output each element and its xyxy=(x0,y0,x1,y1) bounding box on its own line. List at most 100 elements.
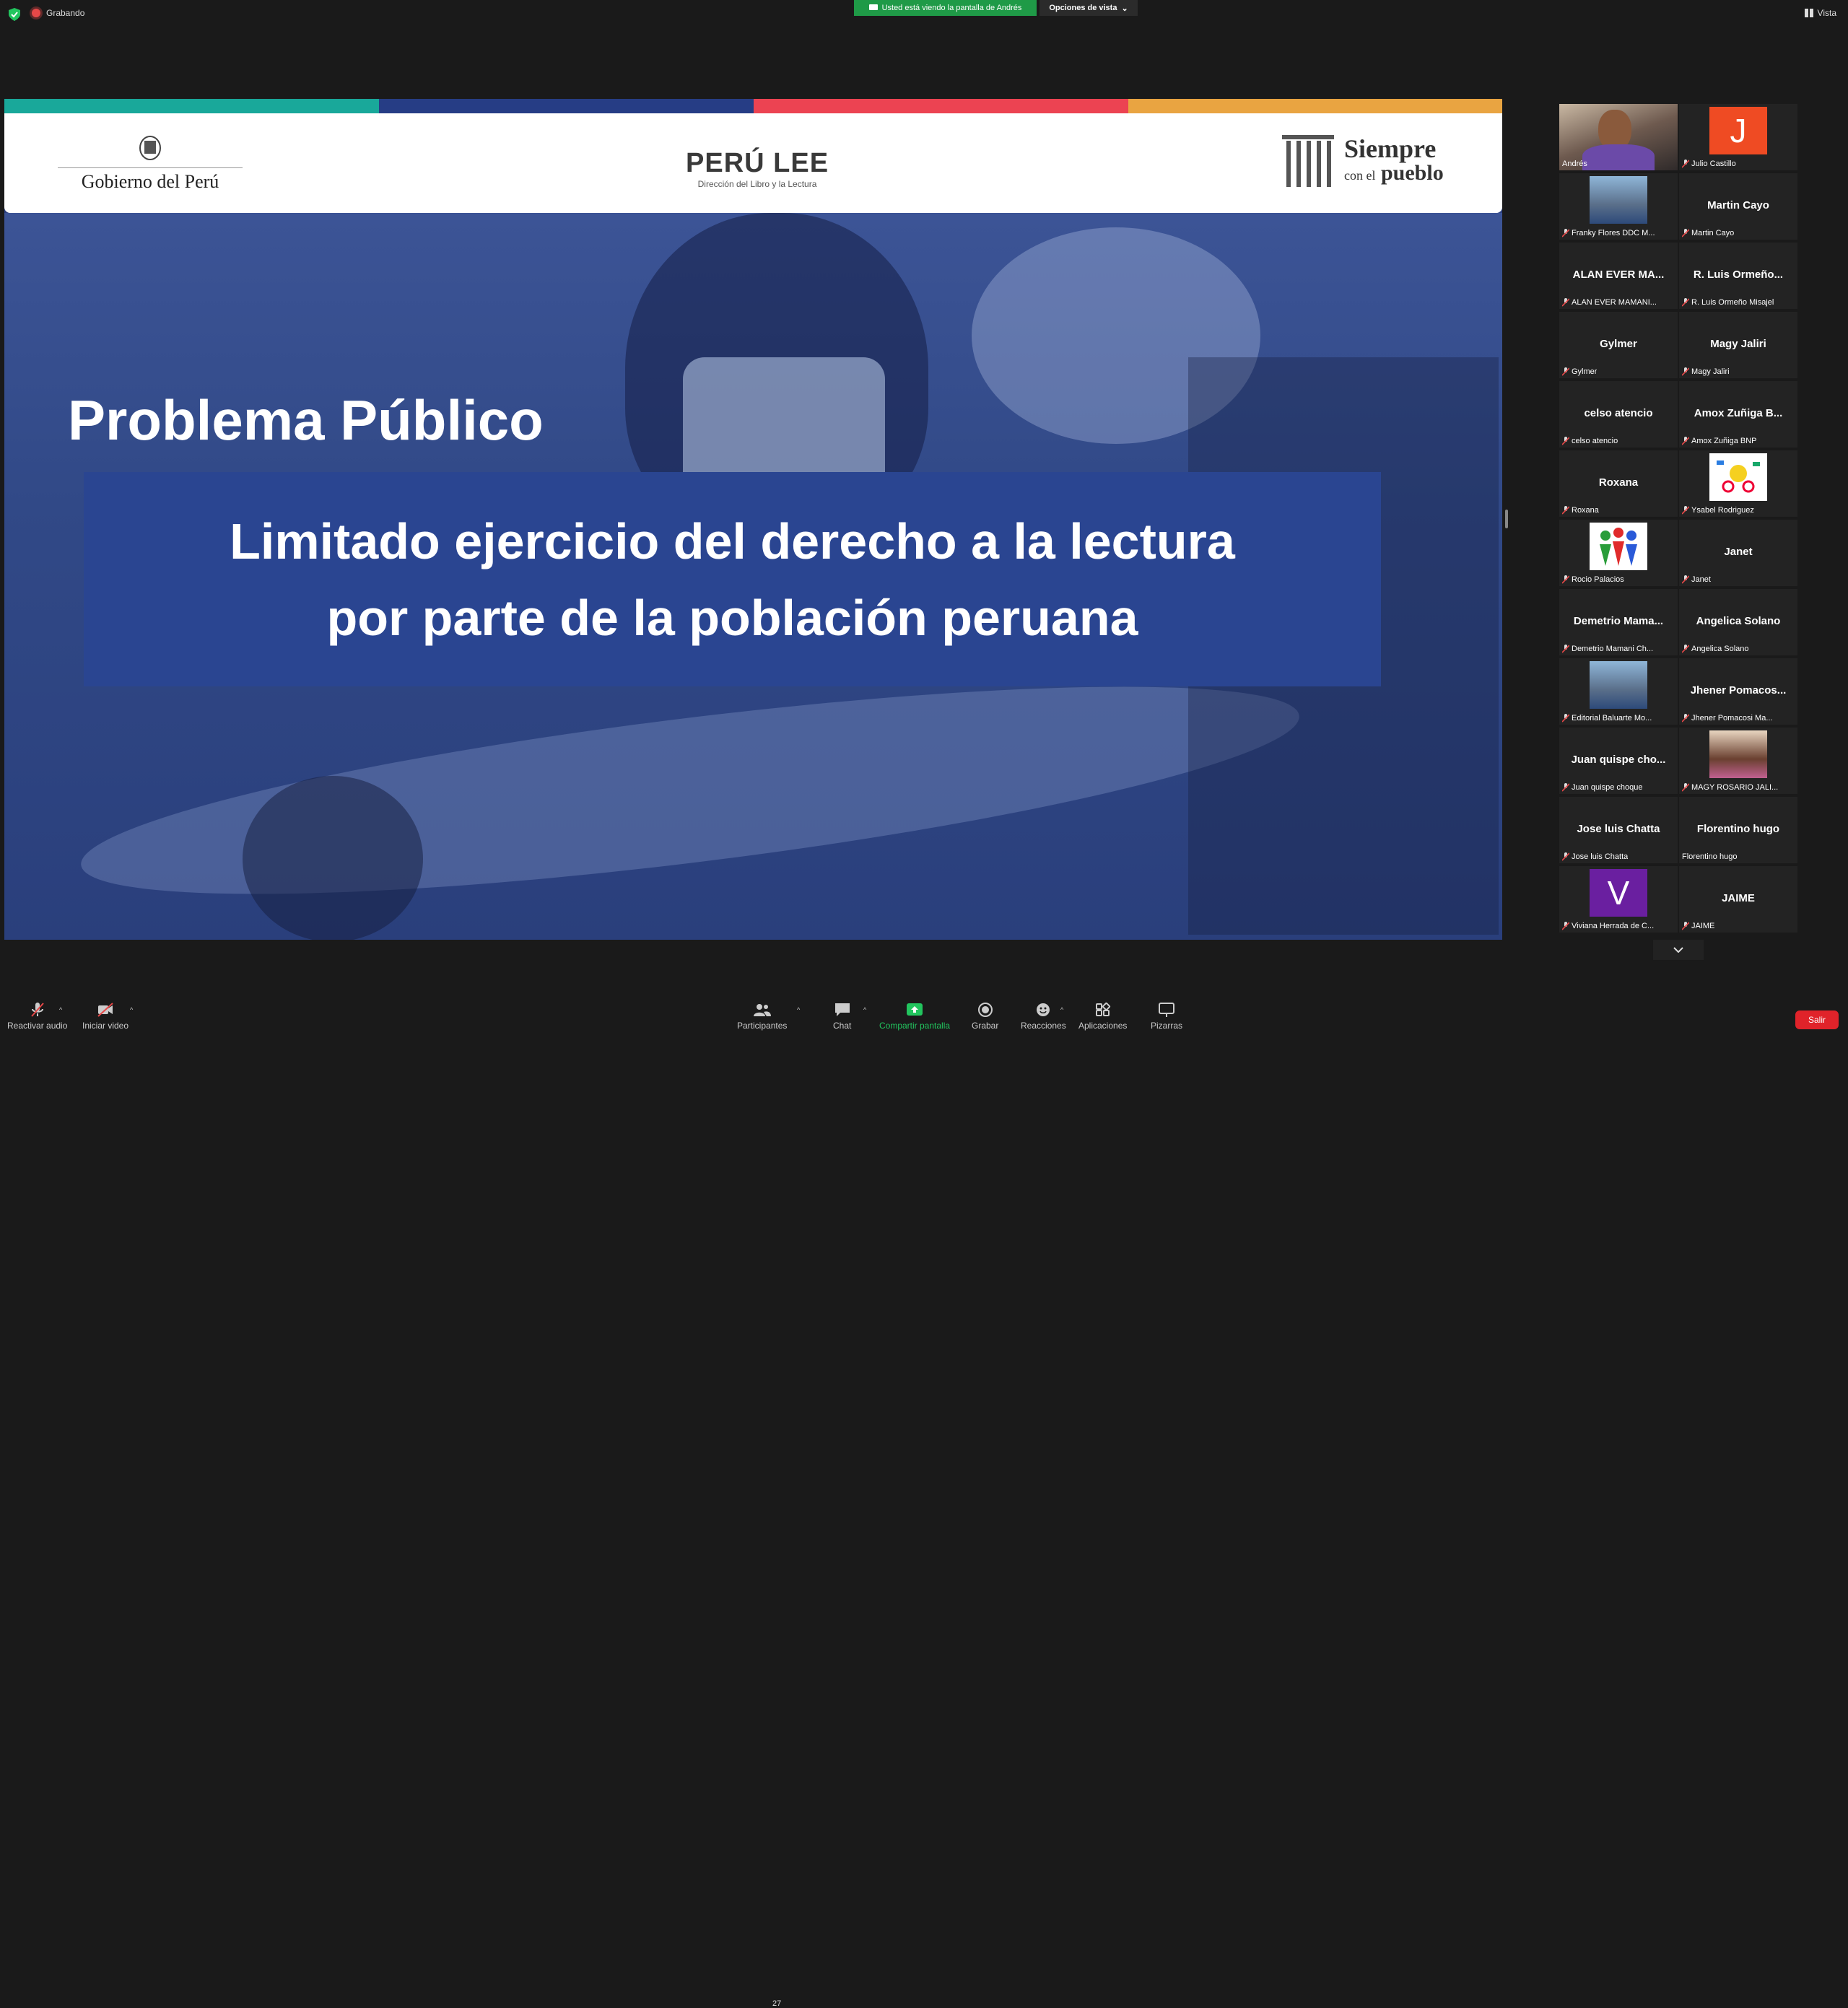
participant-tile[interactable]: Franky Flores DDC M... xyxy=(1559,173,1678,240)
chat-caret-icon[interactable]: ^ xyxy=(863,1006,866,1013)
reactions-button[interactable]: Reacciones xyxy=(1021,1002,1066,1031)
participant-tile[interactable]: R. Luis Ormeño... R. Luis Ormeño Misajel xyxy=(1679,243,1797,309)
unmute-label: Reactivar audio xyxy=(7,1021,68,1031)
chat-button[interactable]: Chat xyxy=(833,1002,851,1031)
slide-title: Problema Público xyxy=(68,388,544,452)
share-screen-button[interactable]: Compartir pantalla xyxy=(879,1002,950,1031)
participant-tile[interactable]: Gylmer Gylmer xyxy=(1559,312,1678,378)
participant-name: Julio Castillo xyxy=(1691,160,1736,168)
participant-tile[interactable]: Janet Janet xyxy=(1679,520,1797,586)
view-options-button[interactable]: Opciones de vista ⌄ xyxy=(1040,0,1138,16)
columns-icon xyxy=(1282,135,1334,187)
logo-bar: Gobierno del Perú PERÚ LEE Dirección del… xyxy=(4,113,1502,213)
mic-muted-icon xyxy=(1562,298,1569,307)
participant-label: MAGY ROSARIO JALI... xyxy=(1682,783,1778,792)
participant-tile[interactable]: ALAN EVER MA... ALAN EVER MAMANI... xyxy=(1559,243,1678,309)
share-screen-label: Compartir pantalla xyxy=(879,1021,951,1031)
view-button[interactable]: Vista xyxy=(1804,8,1836,18)
mic-muted-icon xyxy=(1562,852,1569,861)
participant-label: Rocio Palacios xyxy=(1562,575,1624,584)
participant-tile[interactable]: Juan quispe cho... Juan quispe choque xyxy=(1559,728,1678,794)
participant-name: Roxana xyxy=(1572,506,1599,515)
participant-avatar-logo xyxy=(1709,453,1767,501)
mic-muted-icon xyxy=(1682,367,1689,376)
participant-name: Florentino hugo xyxy=(1682,852,1738,861)
participants-caret-icon[interactable]: ^ xyxy=(797,1006,800,1013)
whiteboards-button[interactable]: Pizarras xyxy=(1151,1002,1182,1031)
participant-display-name: Martin Cayo xyxy=(1707,199,1769,211)
participant-avatar-photo xyxy=(1709,730,1767,778)
participants-button[interactable]: Participantes xyxy=(737,1002,787,1031)
participant-display-name: Roxana xyxy=(1598,476,1639,489)
unmute-button[interactable]: Reactivar audio xyxy=(7,1002,67,1031)
participant-tile[interactable]: V Viviana Herrada de C... xyxy=(1559,866,1678,933)
participant-tile[interactable]: Jhener Pomacos... Jhener Pomacosi Ma... xyxy=(1679,658,1797,725)
color-stripe xyxy=(754,99,1128,113)
participant-display-name: Jose luis Chatta xyxy=(1577,823,1660,835)
participant-tile[interactable]: Jose luis Chatta Jose luis Chatta xyxy=(1559,797,1678,863)
meeting-toolbar: Reactivar audio ^ Iniciar video ^ Partic… xyxy=(0,993,1848,2008)
logo-divider xyxy=(58,167,243,168)
participant-display-name: Janet xyxy=(1724,546,1753,558)
security-shield-icon[interactable] xyxy=(9,8,20,21)
gallery-scroll-down-button[interactable] xyxy=(1653,940,1704,960)
participant-name: Jhener Pomacosi Ma... xyxy=(1691,714,1773,723)
audio-options-caret-icon[interactable]: ^ xyxy=(59,1006,62,1013)
participant-tile[interactable]: Rocio Palacios xyxy=(1559,520,1678,586)
participant-tile[interactable]: Amox Zuñiga B... Amox Zuñiga BNP xyxy=(1679,381,1797,448)
participant-tile[interactable]: Magy Jaliri Magy Jaliri xyxy=(1679,312,1797,378)
participant-tile[interactable]: Angelica Solano Angelica Solano xyxy=(1679,589,1797,655)
participant-tile[interactable]: J Julio Castillo xyxy=(1679,104,1797,170)
leave-button[interactable]: Salir xyxy=(1795,1010,1839,1029)
color-stripe xyxy=(1128,99,1502,113)
participant-tile[interactable]: Martin Cayo Martin Cayo xyxy=(1679,173,1797,240)
mic-muted-icon xyxy=(1562,714,1569,723)
participant-tile[interactable]: Editorial Baluarte Mo... xyxy=(1559,658,1678,725)
shared-screen: Gobierno del Perú PERÚ LEE Dirección del… xyxy=(4,99,1502,940)
share-screen-icon xyxy=(907,1003,923,1016)
participant-tile[interactable]: Roxana Roxana xyxy=(1559,450,1678,517)
mic-muted-icon xyxy=(1562,922,1569,930)
participants-count: 27 xyxy=(772,1999,782,2008)
participant-display-name: Gylmer xyxy=(1600,338,1637,350)
participant-name: Jose luis Chatta xyxy=(1572,852,1629,861)
participant-tile[interactable]: JAIME JAIME xyxy=(1679,866,1797,933)
participant-tile[interactable]: Demetrio Mama... Demetrio Mamani Ch... xyxy=(1559,589,1678,655)
participant-name: JAIME xyxy=(1691,922,1715,930)
participant-label: Julio Castillo xyxy=(1682,160,1736,168)
participant-label: Juan quispe choque xyxy=(1562,783,1642,792)
participant-name: Demetrio Mamani Ch... xyxy=(1572,645,1654,653)
grid-view-icon xyxy=(1804,9,1813,17)
participant-tile[interactable]: celso atencio celso atencio xyxy=(1559,381,1678,448)
coat-of-arms-icon xyxy=(139,136,161,160)
participant-label: R. Luis Ormeño Misajel xyxy=(1682,298,1774,307)
peru-lee-logo: PERÚ LEE Dirección del Libro y la Lectur… xyxy=(686,148,829,189)
reactions-caret-icon[interactable]: ^ xyxy=(1060,1006,1063,1013)
participant-name: R. Luis Ormeño Misajel xyxy=(1691,298,1774,307)
participant-label: Jose luis Chatta xyxy=(1562,852,1628,861)
apps-button[interactable]: Aplicaciones xyxy=(1078,1002,1127,1031)
mic-muted-icon xyxy=(1682,575,1689,584)
participant-display-name: Angelica Solano xyxy=(1696,615,1781,627)
participant-label: Angelica Solano xyxy=(1682,645,1749,653)
peru-lee-subtitle: Dirección del Libro y la Lectura xyxy=(697,179,817,189)
view-options-label: Opciones de vista xyxy=(1049,4,1117,12)
whiteboard-icon xyxy=(1159,1003,1174,1017)
top-bar: Grabando Usted está viendo la pantalla d… xyxy=(0,0,1848,29)
participant-name: ALAN EVER MAMANI... xyxy=(1572,298,1657,307)
participant-tile[interactable]: Andrés xyxy=(1559,104,1678,170)
apps-icon xyxy=(1095,1002,1110,1016)
participant-tile[interactable]: Florentino hugo Florentino hugo xyxy=(1679,797,1797,863)
start-video-button[interactable]: Iniciar video xyxy=(82,1002,128,1031)
participant-tile[interactable]: Ysabel Rodriguez xyxy=(1679,450,1797,517)
recording-indicator[interactable]: Grabando xyxy=(32,8,84,18)
record-button[interactable]: Grabar xyxy=(972,1002,998,1031)
mic-muted-icon xyxy=(1562,437,1569,445)
mic-muted-icon xyxy=(1682,922,1689,930)
participant-display-name: JAIME xyxy=(1722,892,1755,904)
participant-name: MAGY ROSARIO JALI... xyxy=(1691,783,1779,792)
video-options-caret-icon[interactable]: ^ xyxy=(130,1006,133,1013)
resize-handle[interactable] xyxy=(1505,510,1508,528)
participant-tile[interactable]: MAGY ROSARIO JALI... xyxy=(1679,728,1797,794)
participant-avatar-photo xyxy=(1590,661,1647,709)
